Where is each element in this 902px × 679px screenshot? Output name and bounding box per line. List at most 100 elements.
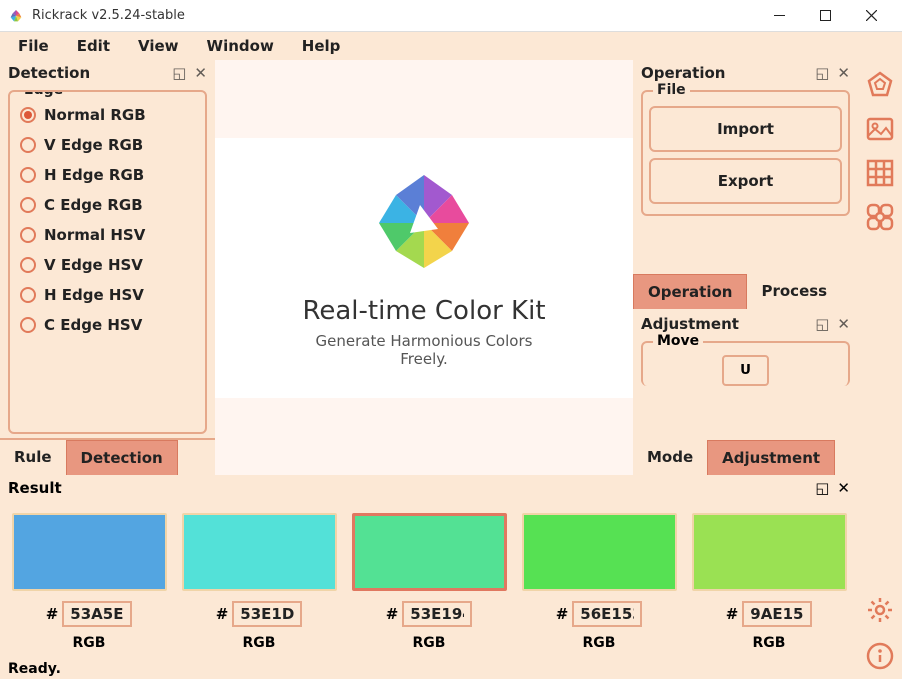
radio-c-edge-rgb[interactable]: C Edge RGB: [16, 190, 199, 220]
result-panel: Result ◱ ✕ #RGB#RGB#RGB#RGB#RGB: [0, 475, 858, 659]
image-tool-icon[interactable]: [863, 112, 897, 146]
adjustment-tabs: Mode Adjustment: [633, 440, 858, 475]
close-icon[interactable]: ✕: [837, 64, 850, 82]
radio-icon: [20, 137, 36, 153]
close-icon[interactable]: ✕: [837, 479, 850, 497]
minimize-button[interactable]: [756, 1, 802, 31]
tab-operation[interactable]: Operation: [633, 274, 747, 309]
color-swatch[interactable]: [352, 513, 507, 591]
info-icon[interactable]: [863, 639, 897, 673]
radio-icon: [20, 167, 36, 183]
titlebar: Rickrack v2.5.24-stable: [0, 0, 902, 32]
tab-rule[interactable]: Rule: [0, 440, 66, 475]
file-legend: File: [653, 82, 690, 98]
menu-file[interactable]: File: [6, 33, 61, 59]
center-title: Real-time Color Kit: [295, 296, 553, 326]
operation-tabs: Operation Process: [633, 274, 858, 309]
close-button[interactable]: [848, 1, 894, 31]
dock-icon[interactable]: ◱: [815, 479, 829, 497]
menu-help[interactable]: Help: [290, 33, 353, 59]
maximize-button[interactable]: [802, 1, 848, 31]
wheel-tool-icon[interactable]: [863, 68, 897, 102]
dock-icon[interactable]: ◱: [172, 64, 186, 82]
operation-title: Operation: [641, 64, 815, 82]
color-swatch[interactable]: [182, 513, 337, 591]
depot-tool-icon[interactable]: [863, 200, 897, 234]
radio-v-edge-hsv[interactable]: V Edge HSV: [16, 250, 199, 280]
radio-label: C Edge HSV: [44, 316, 142, 334]
radio-label: H Edge RGB: [44, 166, 144, 184]
menu-edit[interactable]: Edit: [65, 33, 122, 59]
close-icon[interactable]: ✕: [837, 315, 850, 333]
dock-icon[interactable]: ◱: [815, 315, 829, 333]
radio-label: V Edge RGB: [44, 136, 143, 154]
adjustment-title: Adjustment: [641, 315, 815, 333]
edge-group: Edge Normal RGB V Edge RGB H Edge RGB C Edg…: [8, 90, 207, 434]
hash-label: #: [216, 605, 229, 623]
center-subtitle: Generate Harmonious Colors Freely.: [295, 332, 553, 368]
radio-h-edge-rgb[interactable]: H Edge RGB: [16, 160, 199, 190]
rgb-label: RGB: [413, 635, 446, 651]
file-group: File Import Export: [641, 90, 850, 216]
hex-input[interactable]: [232, 601, 302, 627]
hex-input[interactable]: [62, 601, 132, 627]
edge-legend: Edge: [20, 90, 67, 98]
tab-process[interactable]: Process: [747, 274, 841, 309]
color-wheel-icon: [369, 168, 479, 278]
hash-label: #: [46, 605, 59, 623]
hash-label: #: [386, 605, 399, 623]
move-legend: Move: [653, 333, 703, 349]
tab-detection[interactable]: Detection: [66, 440, 178, 475]
export-button[interactable]: Export: [649, 158, 842, 204]
detection-title: Detection: [8, 64, 172, 82]
hex-input[interactable]: [742, 601, 812, 627]
swatch-2: # RGB: [352, 513, 507, 659]
radio-label: Normal RGB: [44, 106, 146, 124]
swatch-3: # RGB: [522, 513, 677, 659]
dock-icon[interactable]: ◱: [815, 64, 829, 82]
rgb-label: RGB: [583, 635, 616, 651]
swatch-1: # RGB: [182, 513, 337, 659]
right-panel: Operation ◱ ✕ File Import Export Operati…: [633, 60, 858, 475]
radio-label: H Edge HSV: [44, 286, 144, 304]
menubar: File Edit View Window Help: [0, 32, 902, 60]
window-title: Rickrack v2.5.24-stable: [32, 8, 756, 23]
hash-label: #: [726, 605, 739, 623]
color-swatch[interactable]: [522, 513, 677, 591]
radio-label: V Edge HSV: [44, 256, 143, 274]
move-up-button[interactable]: U: [722, 355, 769, 386]
hex-input[interactable]: [572, 601, 642, 627]
rgb-label: RGB: [243, 635, 276, 651]
hex-input[interactable]: [402, 601, 472, 627]
radio-c-edge-hsv[interactable]: C Edge HSV: [16, 310, 199, 340]
import-button[interactable]: Import: [649, 106, 842, 152]
radio-v-edge-rgb[interactable]: V Edge RGB: [16, 130, 199, 160]
radio-normal-hsv[interactable]: Normal HSV: [16, 220, 199, 250]
radio-icon: [20, 317, 36, 333]
radio-h-edge-hsv[interactable]: H Edge HSV: [16, 280, 199, 310]
move-group: Move U: [641, 341, 850, 386]
menu-window[interactable]: Window: [195, 33, 286, 59]
menu-view[interactable]: View: [126, 33, 191, 59]
tab-adjustment[interactable]: Adjustment: [707, 440, 835, 475]
rgb-label: RGB: [753, 635, 786, 651]
radio-icon: [20, 107, 36, 123]
radio-normal-rgb[interactable]: Normal RGB: [16, 100, 199, 130]
center-view: Real-time Color Kit Generate Harmonious …: [215, 60, 633, 475]
grid-tool-icon[interactable]: [863, 156, 897, 190]
close-icon[interactable]: ✕: [194, 64, 207, 82]
rgb-label: RGB: [73, 635, 106, 651]
detection-panel: Detection ◱ ✕ Edge Normal RGB V Edge RGB H…: [0, 60, 215, 475]
swatch-0: # RGB: [12, 513, 167, 659]
radio-label: C Edge RGB: [44, 196, 143, 214]
radio-icon: [20, 197, 36, 213]
detection-tabs: Rule Detection: [0, 438, 215, 475]
radio-icon: [20, 257, 36, 273]
hash-label: #: [556, 605, 569, 623]
tab-mode[interactable]: Mode: [633, 440, 707, 475]
swatch-4: # RGB: [692, 513, 847, 659]
settings-icon[interactable]: [863, 593, 897, 627]
color-swatch[interactable]: [692, 513, 847, 591]
color-swatch[interactable]: [12, 513, 167, 591]
radio-label: Normal HSV: [44, 226, 145, 244]
